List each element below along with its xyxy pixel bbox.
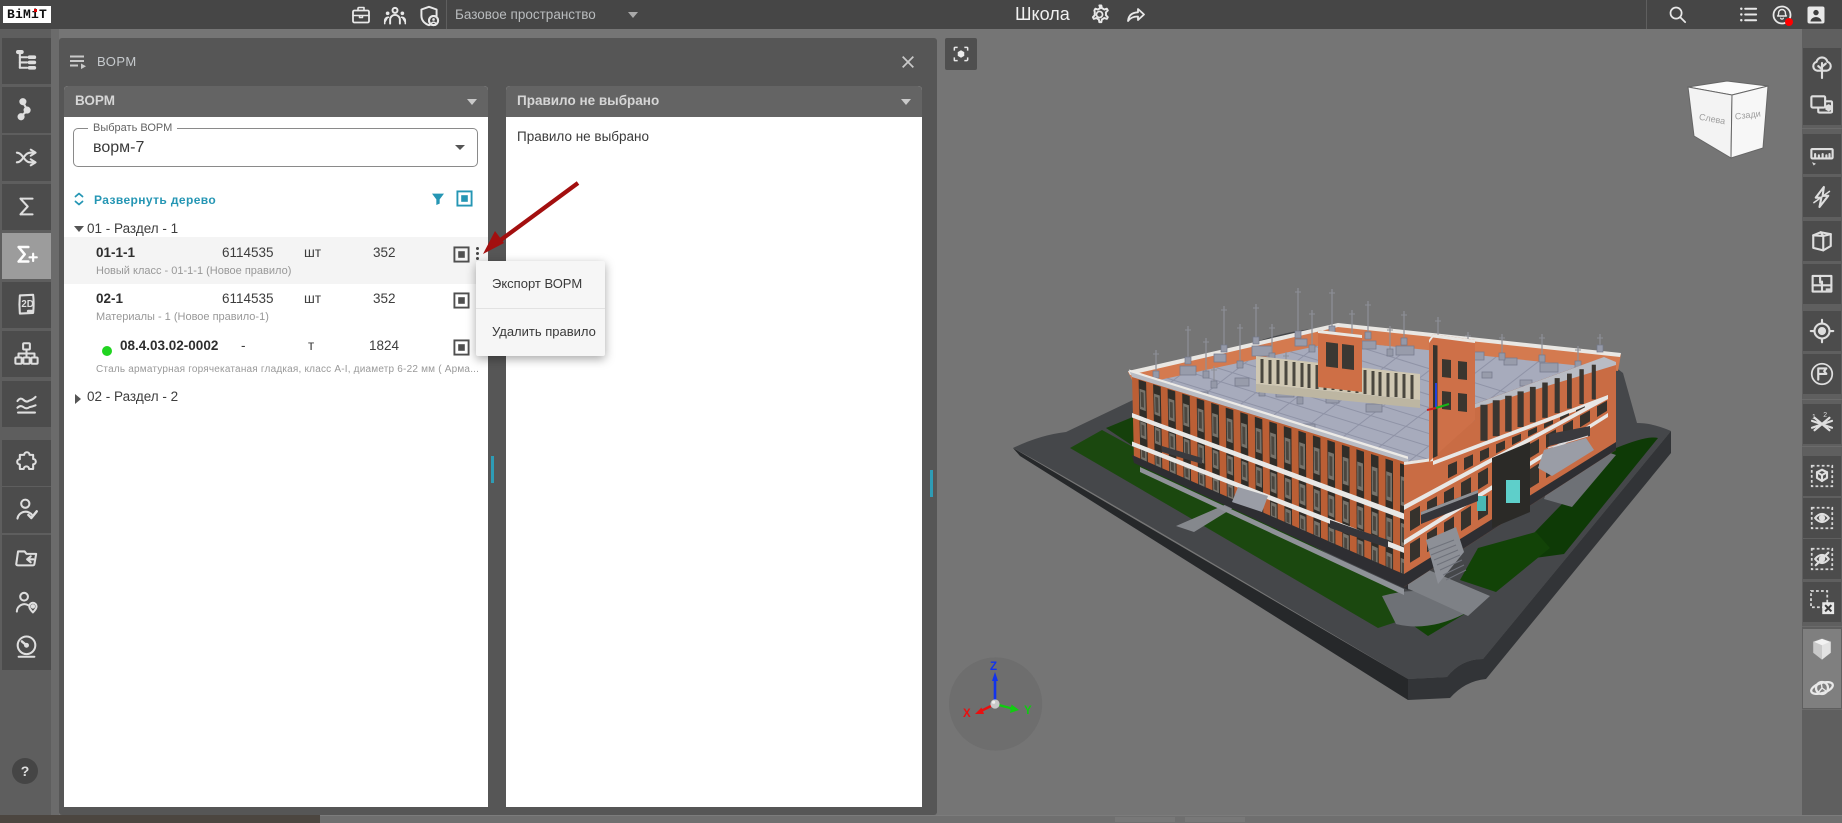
svg-text:Y: Y	[1024, 705, 1032, 717]
svg-text:1: 1	[1812, 414, 1816, 421]
svg-text:2D: 2D	[21, 299, 33, 310]
svg-text:2: 2	[1823, 412, 1827, 419]
svg-text:X: X	[963, 708, 971, 720]
svg-text:Z: Z	[990, 661, 997, 673]
